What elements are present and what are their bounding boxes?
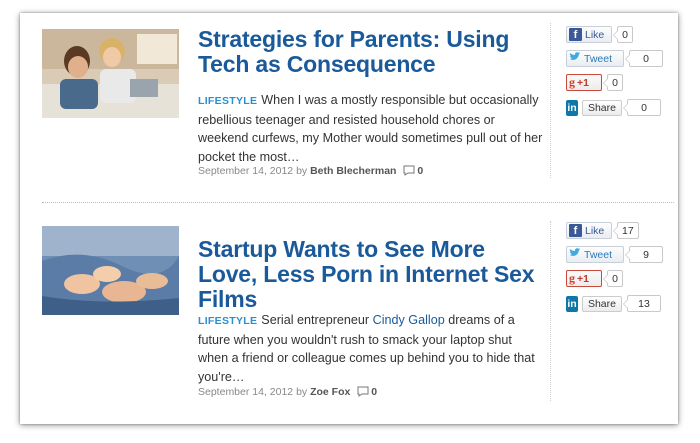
google-plus-icon: g <box>569 75 575 89</box>
twitter-icon <box>569 52 581 65</box>
by-label: by <box>296 165 308 177</box>
excerpt-text: Serial entrepreneur <box>261 313 370 327</box>
article-thumbnail[interactable] <box>42 29 179 118</box>
google-plus-button[interactable]: g +1 <box>566 270 602 287</box>
google-plus-icon: g <box>569 271 575 285</box>
article-excerpt: LIFESTYLE When I was a mostly responsible… <box>198 91 543 166</box>
comment-count[interactable]: 0 <box>417 165 423 177</box>
article-title[interactable]: Startup Wants to See More Love, Less Por… <box>198 237 538 312</box>
facebook-icon: f <box>569 224 582 237</box>
column-divider <box>550 23 551 178</box>
by-label: by <box>296 386 308 398</box>
linkedin-icon: in <box>566 295 578 312</box>
article-date: September 14, 2012 <box>198 165 294 177</box>
like-count: 0 <box>613 26 633 43</box>
comment-bubble-icon[interactable] <box>403 165 415 179</box>
facebook-like-button[interactable]: f Like <box>566 26 612 43</box>
article-excerpt: LIFESTYLE Serial entrepreneur Cindy Gallo… <box>198 311 543 386</box>
linkedin-share-button[interactable]: in Share <box>566 99 622 116</box>
tweet-label: Tweet <box>584 52 613 65</box>
tweet-count: 9 <box>625 246 663 263</box>
like-count: 17 <box>613 222 639 239</box>
article-meta: September 14, 2012 by Zoe Fox 0 <box>198 386 377 400</box>
tweet-button[interactable]: Tweet <box>566 246 624 263</box>
article-date: September 14, 2012 <box>198 386 294 398</box>
facebook-like-button[interactable]: f Like <box>566 222 612 239</box>
article-thumbnail[interactable] <box>42 226 179 315</box>
twitter-icon <box>569 248 581 261</box>
article-author[interactable]: Beth Blecherman <box>310 165 396 177</box>
category-label[interactable]: LIFESTYLE <box>198 95 257 107</box>
plus-one-label: +1 <box>577 76 589 89</box>
tweet-label: Tweet <box>584 248 613 261</box>
linkedin-icon: in <box>566 99 578 116</box>
comment-count[interactable]: 0 <box>371 386 377 398</box>
tweet-button[interactable]: Tweet <box>566 50 624 67</box>
content-card: Strategies for Parents: Using Tech as Co… <box>20 13 678 424</box>
category-label[interactable]: LIFESTYLE <box>198 315 257 327</box>
article-author[interactable]: Zoe Fox <box>310 386 350 398</box>
like-label: Like <box>585 28 605 41</box>
share-label: Share <box>581 99 622 116</box>
inline-link[interactable]: Cindy Gallop <box>373 313 445 327</box>
column-divider <box>550 221 551 401</box>
facebook-icon: f <box>569 28 582 41</box>
article-divider <box>42 202 674 203</box>
plus-one-count: 0 <box>603 270 623 287</box>
share-count: 0 <box>623 99 661 116</box>
share-label: Share <box>581 295 622 312</box>
article-meta: September 14, 2012 by Beth Blecherman 0 <box>198 165 423 179</box>
plus-one-count: 0 <box>603 74 623 91</box>
share-count: 13 <box>623 295 661 312</box>
plus-one-label: +1 <box>577 272 589 285</box>
google-plus-button[interactable]: g +1 <box>566 74 602 91</box>
tweet-count: 0 <box>625 50 663 67</box>
like-label: Like <box>585 224 605 237</box>
linkedin-share-button[interactable]: in Share <box>566 295 622 312</box>
article-title[interactable]: Strategies for Parents: Using Tech as Co… <box>198 27 538 77</box>
comment-bubble-icon[interactable] <box>357 386 369 400</box>
